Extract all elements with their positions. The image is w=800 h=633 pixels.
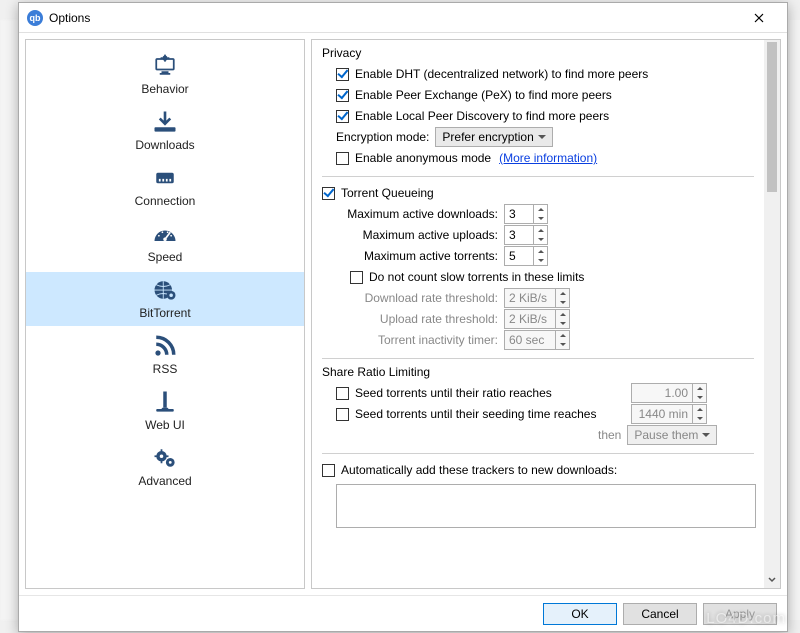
sidebar-item-label: Behavior — [141, 82, 188, 96]
background-obscured-left — [0, 20, 18, 620]
enable-pex-label: Enable Peer Exchange (PeX) to find more … — [355, 88, 612, 102]
downloads-icon — [149, 108, 181, 136]
ignore-slow-torrents-checkbox[interactable] — [350, 271, 363, 284]
section-divider — [322, 358, 754, 359]
connection-icon — [149, 164, 181, 192]
sidebar-item-connection[interactable]: Connection — [26, 160, 304, 214]
cancel-button[interactable]: Cancel — [623, 603, 697, 625]
seed-ratio-checkbox[interactable] — [336, 387, 349, 400]
sidebar-item-advanced[interactable]: Advanced — [26, 440, 304, 494]
settings-panel: Privacy Enable DHT (decentralized networ… — [311, 39, 781, 589]
advanced-icon — [149, 444, 181, 472]
auto-add-trackers-checkbox[interactable] — [322, 464, 335, 477]
dl-rate-threshold-label: Download rate threshold: — [336, 291, 504, 305]
sidebar-item-webui[interactable]: Web UI — [26, 384, 304, 438]
torrent-queueing-title: Torrent Queueing — [341, 186, 434, 200]
then-action-select: Pause them — [627, 425, 717, 445]
ignore-slow-torrents-label: Do not count slow torrents in these limi… — [369, 270, 584, 284]
close-button[interactable] — [739, 4, 779, 32]
sidebar-item-bittorrent[interactable]: BitTorrent — [26, 272, 304, 326]
enable-pex-checkbox[interactable] — [336, 89, 349, 102]
sidebar-item-label: BitTorrent — [139, 306, 190, 320]
seed-time-spin — [631, 404, 707, 424]
auto-add-trackers-label: Automatically add these trackers to new … — [341, 463, 617, 477]
ul-rate-threshold-spin — [504, 309, 570, 329]
max-active-uploads-spin[interactable] — [504, 225, 548, 245]
close-icon — [754, 13, 764, 23]
seed-time-checkbox[interactable] — [336, 408, 349, 421]
enable-lpd-checkbox[interactable] — [336, 110, 349, 123]
privacy-section-title: Privacy — [322, 46, 754, 60]
ul-rate-threshold-label: Upload rate threshold: — [336, 312, 504, 326]
inactivity-timer-label: Torrent inactivity timer: — [336, 333, 504, 347]
trackers-textarea[interactable] — [336, 484, 756, 528]
max-active-downloads-label: Maximum active downloads: — [336, 207, 504, 221]
speed-icon — [149, 220, 181, 248]
sidebar-item-label: Downloads — [135, 138, 194, 152]
anonymous-mode-label: Enable anonymous mode — [355, 151, 491, 165]
section-divider — [322, 176, 754, 177]
sidebar-item-label: RSS — [153, 362, 178, 376]
seed-time-label: Seed torrents until their seeding time r… — [355, 407, 631, 421]
titlebar: qb Options — [19, 3, 787, 33]
more-information-link[interactable]: (More information) — [499, 151, 597, 165]
background-obscured-right — [790, 20, 800, 620]
sidebar-item-label: Connection — [135, 194, 196, 208]
category-sidebar: Behavior Downloads Connection Speed — [25, 39, 305, 589]
max-active-torrents-spin[interactable] — [504, 246, 548, 266]
sidebar-item-rss[interactable]: RSS — [26, 328, 304, 382]
share-ratio-title: Share Ratio Limiting — [322, 365, 754, 379]
sidebar-item-label: Advanced — [138, 474, 191, 488]
scrollbar-thumb[interactable] — [767, 42, 777, 192]
dl-rate-threshold-spin — [504, 288, 570, 308]
max-active-uploads-label: Maximum active uploads: — [336, 228, 504, 242]
enable-dht-label: Enable DHT (decentralized network) to fi… — [355, 67, 648, 81]
ok-button[interactable]: OK — [543, 603, 617, 625]
enable-lpd-label: Enable Local Peer Discovery to find more… — [355, 109, 609, 123]
section-divider — [322, 453, 754, 454]
anonymous-mode-checkbox[interactable] — [336, 152, 349, 165]
vertical-scrollbar[interactable] — [764, 40, 780, 588]
sidebar-item-behavior[interactable]: Behavior — [26, 48, 304, 102]
sidebar-item-label: Speed — [148, 250, 183, 264]
sidebar-item-label: Web UI — [145, 418, 185, 432]
max-active-downloads-spin[interactable] — [504, 204, 548, 224]
dialog-footer: OK Cancel Apply — [19, 595, 787, 631]
scroll-down-icon[interactable] — [764, 572, 780, 588]
sidebar-item-downloads[interactable]: Downloads — [26, 104, 304, 158]
max-active-torrents-label: Maximum active torrents: — [336, 249, 504, 263]
then-label: then — [598, 428, 621, 442]
seed-ratio-spin — [631, 383, 707, 403]
torrent-queueing-checkbox[interactable] — [322, 187, 335, 200]
inactivity-timer-spin — [504, 330, 570, 350]
encryption-mode-label: Encryption mode: — [336, 130, 429, 144]
bittorrent-icon — [149, 276, 181, 304]
app-logo-icon: qb — [27, 10, 43, 26]
webui-icon — [149, 388, 181, 416]
options-dialog: qb Options Behavior Downloads — [18, 2, 788, 632]
behavior-icon — [149, 52, 181, 80]
window-title: Options — [49, 11, 739, 25]
encryption-mode-select[interactable]: Prefer encryption — [435, 127, 552, 147]
enable-dht-checkbox[interactable] — [336, 68, 349, 81]
apply-button[interactable]: Apply — [703, 603, 777, 625]
sidebar-item-speed[interactable]: Speed — [26, 216, 304, 270]
rss-icon — [149, 332, 181, 360]
seed-ratio-label: Seed torrents until their ratio reaches — [355, 386, 631, 400]
